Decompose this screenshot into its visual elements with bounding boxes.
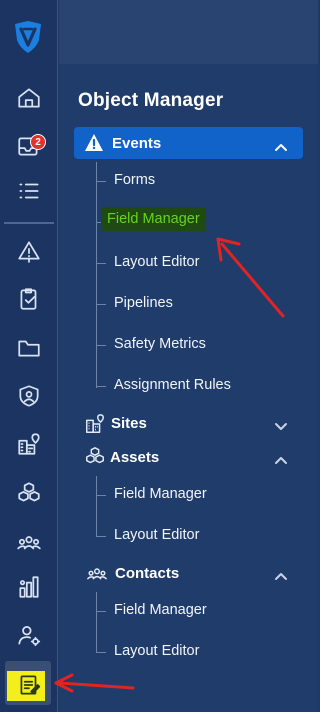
people-icon[interactable] [15, 529, 43, 557]
folder-icon[interactable] [15, 334, 43, 362]
tree-tick [96, 495, 106, 496]
list-icon[interactable] [15, 177, 43, 205]
tree-tick [96, 536, 106, 537]
alert-icon[interactable] [15, 237, 43, 265]
notification-badge: 2 [30, 134, 46, 150]
chevron-up-icon[interactable] [274, 452, 288, 464]
clipboard-check-icon[interactable] [15, 285, 43, 313]
tree-tick [96, 611, 106, 612]
chevron-up-icon[interactable] [274, 139, 288, 151]
tree-tick [96, 652, 106, 653]
menu-item-field-manager[interactable]: Field Manager [101, 207, 206, 231]
events-label: Events [112, 135, 162, 152]
assets-layout-editor[interactable]: Layout Editor [114, 527, 199, 543]
people-icon [86, 564, 108, 586]
sites-label[interactable]: Sites [111, 415, 147, 432]
panel-header-band [59, 0, 318, 64]
home-icon[interactable] [15, 84, 43, 112]
chevron-down-icon[interactable] [274, 418, 288, 430]
warning-icon [84, 133, 104, 152]
menu-item-layout-editor[interactable]: Layout Editor [114, 254, 199, 270]
edit-note-icon[interactable] [15, 671, 43, 699]
contacts-label[interactable]: Contacts [115, 565, 179, 582]
events-tree-line [96, 162, 97, 388]
left-icon-rail: 2 [0, 0, 58, 712]
rail-divider [4, 222, 54, 224]
shield-user-icon[interactable] [15, 382, 43, 410]
contacts-tree-line [96, 592, 97, 652]
tree-tick [96, 386, 106, 387]
menu-item-assignment-rules[interactable]: Assignment Rules [114, 377, 231, 393]
assets-tree-line [96, 476, 97, 536]
menu-item-safety-metrics[interactable]: Safety Metrics [114, 336, 206, 352]
user-gear-icon[interactable] [15, 621, 43, 649]
shield-logo-icon[interactable] [12, 20, 44, 54]
menu-item-pipelines[interactable]: Pipelines [114, 295, 173, 311]
assets-label[interactable]: Assets [110, 449, 159, 466]
cubes-icon [84, 446, 106, 468]
contacts-field-manager[interactable]: Field Manager [114, 602, 207, 618]
assets-field-manager[interactable]: Field Manager [114, 486, 207, 502]
tree-tick [96, 263, 106, 264]
building-icon [84, 413, 106, 435]
cubes-icon[interactable] [15, 479, 43, 507]
events-section-header[interactable] [74, 127, 303, 159]
bar-chart-icon[interactable] [15, 573, 43, 601]
tree-tick [96, 304, 106, 305]
menu-item-forms[interactable]: Forms [114, 172, 155, 188]
building-pin-icon[interactable] [15, 430, 43, 458]
tree-tick [96, 345, 106, 346]
tree-tick [96, 181, 106, 182]
contacts-layout-editor[interactable]: Layout Editor [114, 643, 199, 659]
chevron-up-icon[interactable] [274, 568, 288, 580]
page-title: Object Manager [78, 90, 224, 111]
